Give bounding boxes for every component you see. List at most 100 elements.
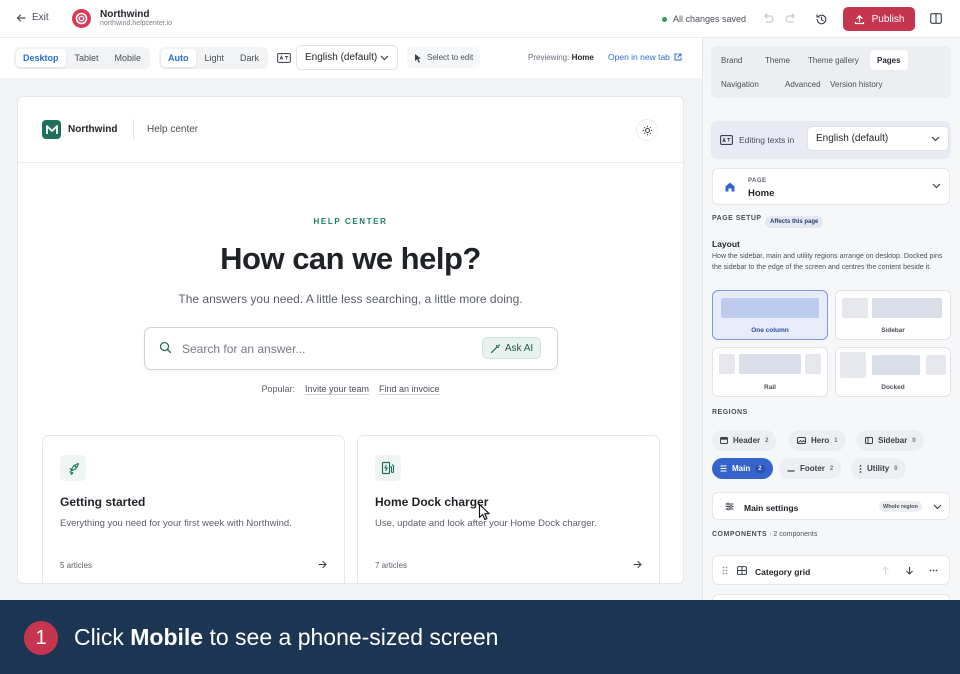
tab-theme-gallery[interactable]: Theme gallery <box>801 50 866 70</box>
language-select[interactable]: English (default) <box>296 45 398 70</box>
move-up-icon[interactable] <box>881 566 890 575</box>
popular-link-find-invoice[interactable]: Find an invoice <box>379 384 440 395</box>
caption-target: Mobile <box>130 624 204 650</box>
ask-ai-label: Ask AI <box>504 342 534 354</box>
card-article-count: 5 articles <box>60 561 93 570</box>
caption-prefix: Click <box>74 624 124 650</box>
layout-option-label: Rail <box>764 384 776 391</box>
cursor-pointer-icon <box>415 53 421 63</box>
undo-icon[interactable] <box>761 12 775 26</box>
layout-preview-rail-right <box>805 354 821 374</box>
site-preview-frame: Northwind Help center HELP CENTER How ca… <box>17 96 684 584</box>
ask-ai-button[interactable]: Ask AI <box>482 337 541 359</box>
region-hero-chip[interactable]: Hero 1 <box>789 430 846 451</box>
region-header-chip[interactable]: Header 2 <box>712 430 777 451</box>
page-setup-heading: PAGE SETUP <box>712 215 762 222</box>
upload-icon <box>854 14 864 24</box>
device-tablet-button[interactable]: Tablet <box>68 49 106 67</box>
magic-wand-icon <box>490 343 501 353</box>
publish-label: Publish <box>871 13 905 25</box>
header-icon <box>720 437 728 444</box>
popular-label: Popular: <box>261 384 295 394</box>
region-main-chip[interactable]: Main 2 <box>712 458 773 479</box>
theme-auto-button[interactable]: Auto <box>161 49 196 67</box>
tab-brand[interactable]: Brand <box>714 50 749 70</box>
category-card-getting-started[interactable]: Getting started Everything you need for … <box>42 435 345 583</box>
layout-description: How the sidebar, main and utility region… <box>712 253 943 271</box>
top-bar: Exit Northwind northwind.helpcenter.io A… <box>0 0 960 38</box>
language-value: English (default) <box>305 52 378 63</box>
brand-name: Northwind <box>100 9 150 20</box>
lifebuoy-logo-icon <box>72 9 91 28</box>
popular-link-invite-team[interactable]: Invite your team <box>304 384 369 395</box>
step-number-badge: 1 <box>24 621 58 655</box>
toggle-panel-button[interactable] <box>928 10 944 26</box>
grid-icon <box>737 566 747 575</box>
page-selector[interactable]: PAGE Home <box>712 168 950 205</box>
region-utility-chip[interactable]: Utility 0 <box>851 458 906 479</box>
mouse-cursor-icon <box>478 503 490 521</box>
publish-button[interactable]: Publish <box>843 7 915 31</box>
tab-advanced[interactable]: Advanced <box>778 74 828 94</box>
main-settings-row[interactable]: Main settings Whole region <box>712 492 950 520</box>
region-footer-chip[interactable]: Footer 2 <box>779 458 842 479</box>
brand-url: northwind.helpcenter.io <box>100 20 172 27</box>
theme-dark-button[interactable]: Dark <box>233 49 266 67</box>
theme-toggle-button[interactable] <box>636 119 658 141</box>
component-row-category-grid[interactable]: Category grid <box>712 555 950 585</box>
layout-option-rail[interactable]: Rail <box>712 347 828 397</box>
device-mobile-button[interactable]: Mobile <box>108 49 149 67</box>
layout-option-label: Sidebar <box>881 327 905 334</box>
tab-version-history[interactable]: Version history <box>823 74 889 94</box>
layout-option-label: One column <box>751 327 789 334</box>
layout-option-one-column[interactable]: One column <box>712 290 828 340</box>
layout-option-sidebar[interactable]: Sidebar <box>835 290 951 340</box>
search-box: Search for an answer... Ask AI <box>144 327 558 370</box>
layout-preview-sidebar <box>842 298 868 318</box>
more-options-icon[interactable] <box>929 569 938 572</box>
hero-subtitle: The answers you need. A little less sear… <box>178 292 523 306</box>
layout-preview-main <box>872 298 942 318</box>
layout-preview-main <box>872 355 920 375</box>
chevron-down-icon <box>931 136 940 141</box>
editing-language-select[interactable]: English (default) <box>807 126 949 151</box>
category-card-home-dock[interactable]: Home Dock charger Use, update and look a… <box>357 435 660 583</box>
whole-region-badge: Whole region <box>879 501 922 512</box>
site-name: Northwind <box>68 124 118 135</box>
editing-language-bar: Editing texts in English (default) <box>711 121 951 159</box>
previewing-label: Previewing: <box>528 53 570 62</box>
main-settings-label: Main settings <box>744 503 799 513</box>
open-new-tab-link[interactable]: Open in new tab <box>608 52 682 62</box>
select-to-edit-button[interactable]: Select to edit <box>407 47 481 68</box>
region-count: 1 <box>834 437 838 444</box>
previewing-page: Home <box>571 53 594 62</box>
device-desktop-button[interactable]: Desktop <box>16 49 66 67</box>
layout-option-docked[interactable]: Docked <box>835 347 951 397</box>
region-name: Hero <box>811 436 830 445</box>
hero-icon <box>797 437 806 444</box>
editing-label: Editing texts in <box>739 135 795 145</box>
header-divider <box>133 119 134 139</box>
chevron-down-icon <box>932 183 941 189</box>
arrow-right-icon <box>633 560 642 569</box>
layout-preview-dock <box>840 352 866 378</box>
site-header: Northwind Help center <box>18 97 683 163</box>
move-down-icon[interactable] <box>905 566 914 575</box>
region-name: Footer <box>800 464 825 473</box>
sidebar-icon <box>865 437 873 444</box>
theme-light-button[interactable]: Light <box>198 49 232 67</box>
search-input[interactable]: Search for an answer... <box>182 342 305 356</box>
tab-pages[interactable]: Pages <box>870 50 908 70</box>
region-sidebar-chip[interactable]: Sidebar 0 <box>857 430 924 451</box>
exit-button[interactable]: Exit <box>16 12 49 23</box>
select-to-edit-label: Select to edit <box>427 53 474 62</box>
history-button[interactable] <box>812 10 830 28</box>
redo-icon[interactable] <box>784 12 798 26</box>
open-new-tab-label: Open in new tab <box>608 52 670 62</box>
region-name: Header <box>733 436 761 445</box>
arrow-left-icon <box>16 13 26 22</box>
tab-theme[interactable]: Theme <box>758 50 797 70</box>
drag-handle-icon[interactable] <box>722 566 728 575</box>
settings-panel: Brand Theme Theme gallery Pages Navigati… <box>702 38 960 600</box>
tab-navigation[interactable]: Navigation <box>714 74 766 94</box>
